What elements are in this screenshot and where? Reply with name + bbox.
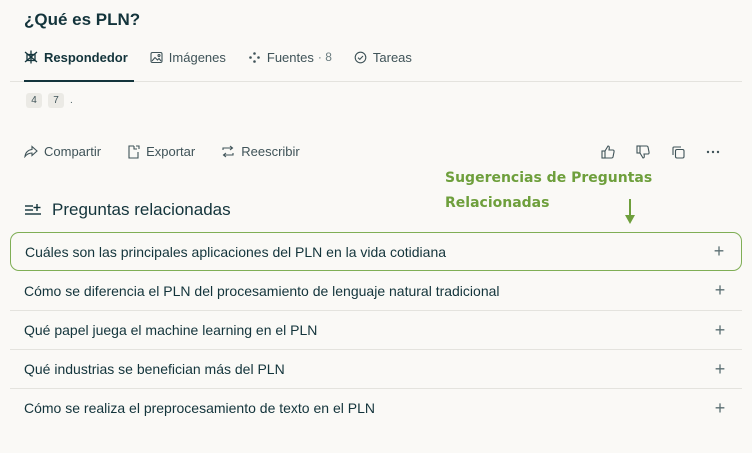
related-question-item[interactable]: Cuáles son las principales aplicaciones … [10,232,742,271]
check-circle-icon [354,51,367,64]
tab-label: Imágenes [168,49,226,65]
image-icon [150,51,163,64]
citation-badge[interactable]: 7 [48,93,64,108]
related-list-icon [24,203,42,217]
more-icon[interactable] [705,144,721,160]
related-questions-list: Cuáles son las principales aplicaciones … [10,232,742,427]
export-label: Exportar [146,144,196,159]
plus-icon[interactable]: + [712,398,728,419]
tab-tareas[interactable]: Tareas [354,50,412,65]
question-text: Cuáles son las principales aplicaciones … [25,243,447,260]
tab-label: Respondedor [44,49,128,65]
tab-bar: Respondedor Imágenes Fuentes · 8 Tareas [24,46,434,68]
export-icon [127,144,140,159]
tab-label: Fuentes [266,49,314,65]
perplexity-icon [24,50,38,64]
copy-icon[interactable] [670,144,686,160]
related-question-item[interactable]: Cómo se diferencia el PLN del procesamie… [10,271,742,310]
tab-fuentes[interactable]: Fuentes · 8 [248,50,332,65]
related-question-item[interactable]: Qué industrias se benefician más del PLN… [10,349,742,388]
active-tab-indicator [24,80,134,82]
question-text: Cómo se realiza el preprocesamiento de t… [24,400,375,416]
feedback-actions [600,144,740,160]
annotation-line: Relacionadas [445,195,550,211]
plus-icon[interactable]: + [712,280,728,301]
question-text: Cómo se diferencia el PLN del procesamie… [24,282,500,299]
annotation-label: Sugerencias de Preguntas Relacionadas [445,166,685,216]
export-button[interactable]: Exportar [127,144,195,159]
question-text: Qué industrias se benefician más del PLN [24,361,285,377]
plus-icon[interactable]: + [712,359,728,380]
rewrite-label: Reescribir [241,144,300,159]
arrow-down-icon [625,199,635,224]
citation-row: 4 7 . [26,93,73,108]
share-icon [24,145,38,158]
citation-badge[interactable]: 4 [26,93,42,108]
rewrite-button[interactable]: Reescribir [221,144,300,159]
sources-icon [248,51,261,64]
sources-count: · 8 [317,50,332,64]
related-questions-header: Preguntas relacionadas [24,200,231,220]
share-label: Compartir [44,144,102,159]
tab-respondedor[interactable]: Respondedor [24,50,128,65]
plus-icon[interactable]: + [712,320,728,341]
thumbs-up-icon[interactable] [600,144,616,160]
tab-imagenes[interactable]: Imágenes [150,50,226,65]
annotation-line: Sugerencias de Preguntas [445,170,653,186]
tab-label: Tareas [372,49,412,65]
related-heading: Preguntas relacionadas [52,200,231,219]
related-question-item[interactable]: Qué papel juega el machine learning en e… [10,310,742,349]
citation-suffix: . [70,95,73,106]
share-button[interactable]: Compartir [24,144,101,159]
page-title: ¿Qué es PLN? [24,10,141,29]
plus-icon[interactable]: + [711,241,727,262]
question-text: Qué papel juega el machine learning en e… [24,322,318,338]
related-question-item[interactable]: Cómo se realiza el preprocesamiento de t… [10,388,742,427]
answer-actions: Compartir Exportar Reescribir [24,144,326,159]
thumbs-down-icon[interactable] [635,144,651,160]
rewrite-icon [221,145,235,158]
